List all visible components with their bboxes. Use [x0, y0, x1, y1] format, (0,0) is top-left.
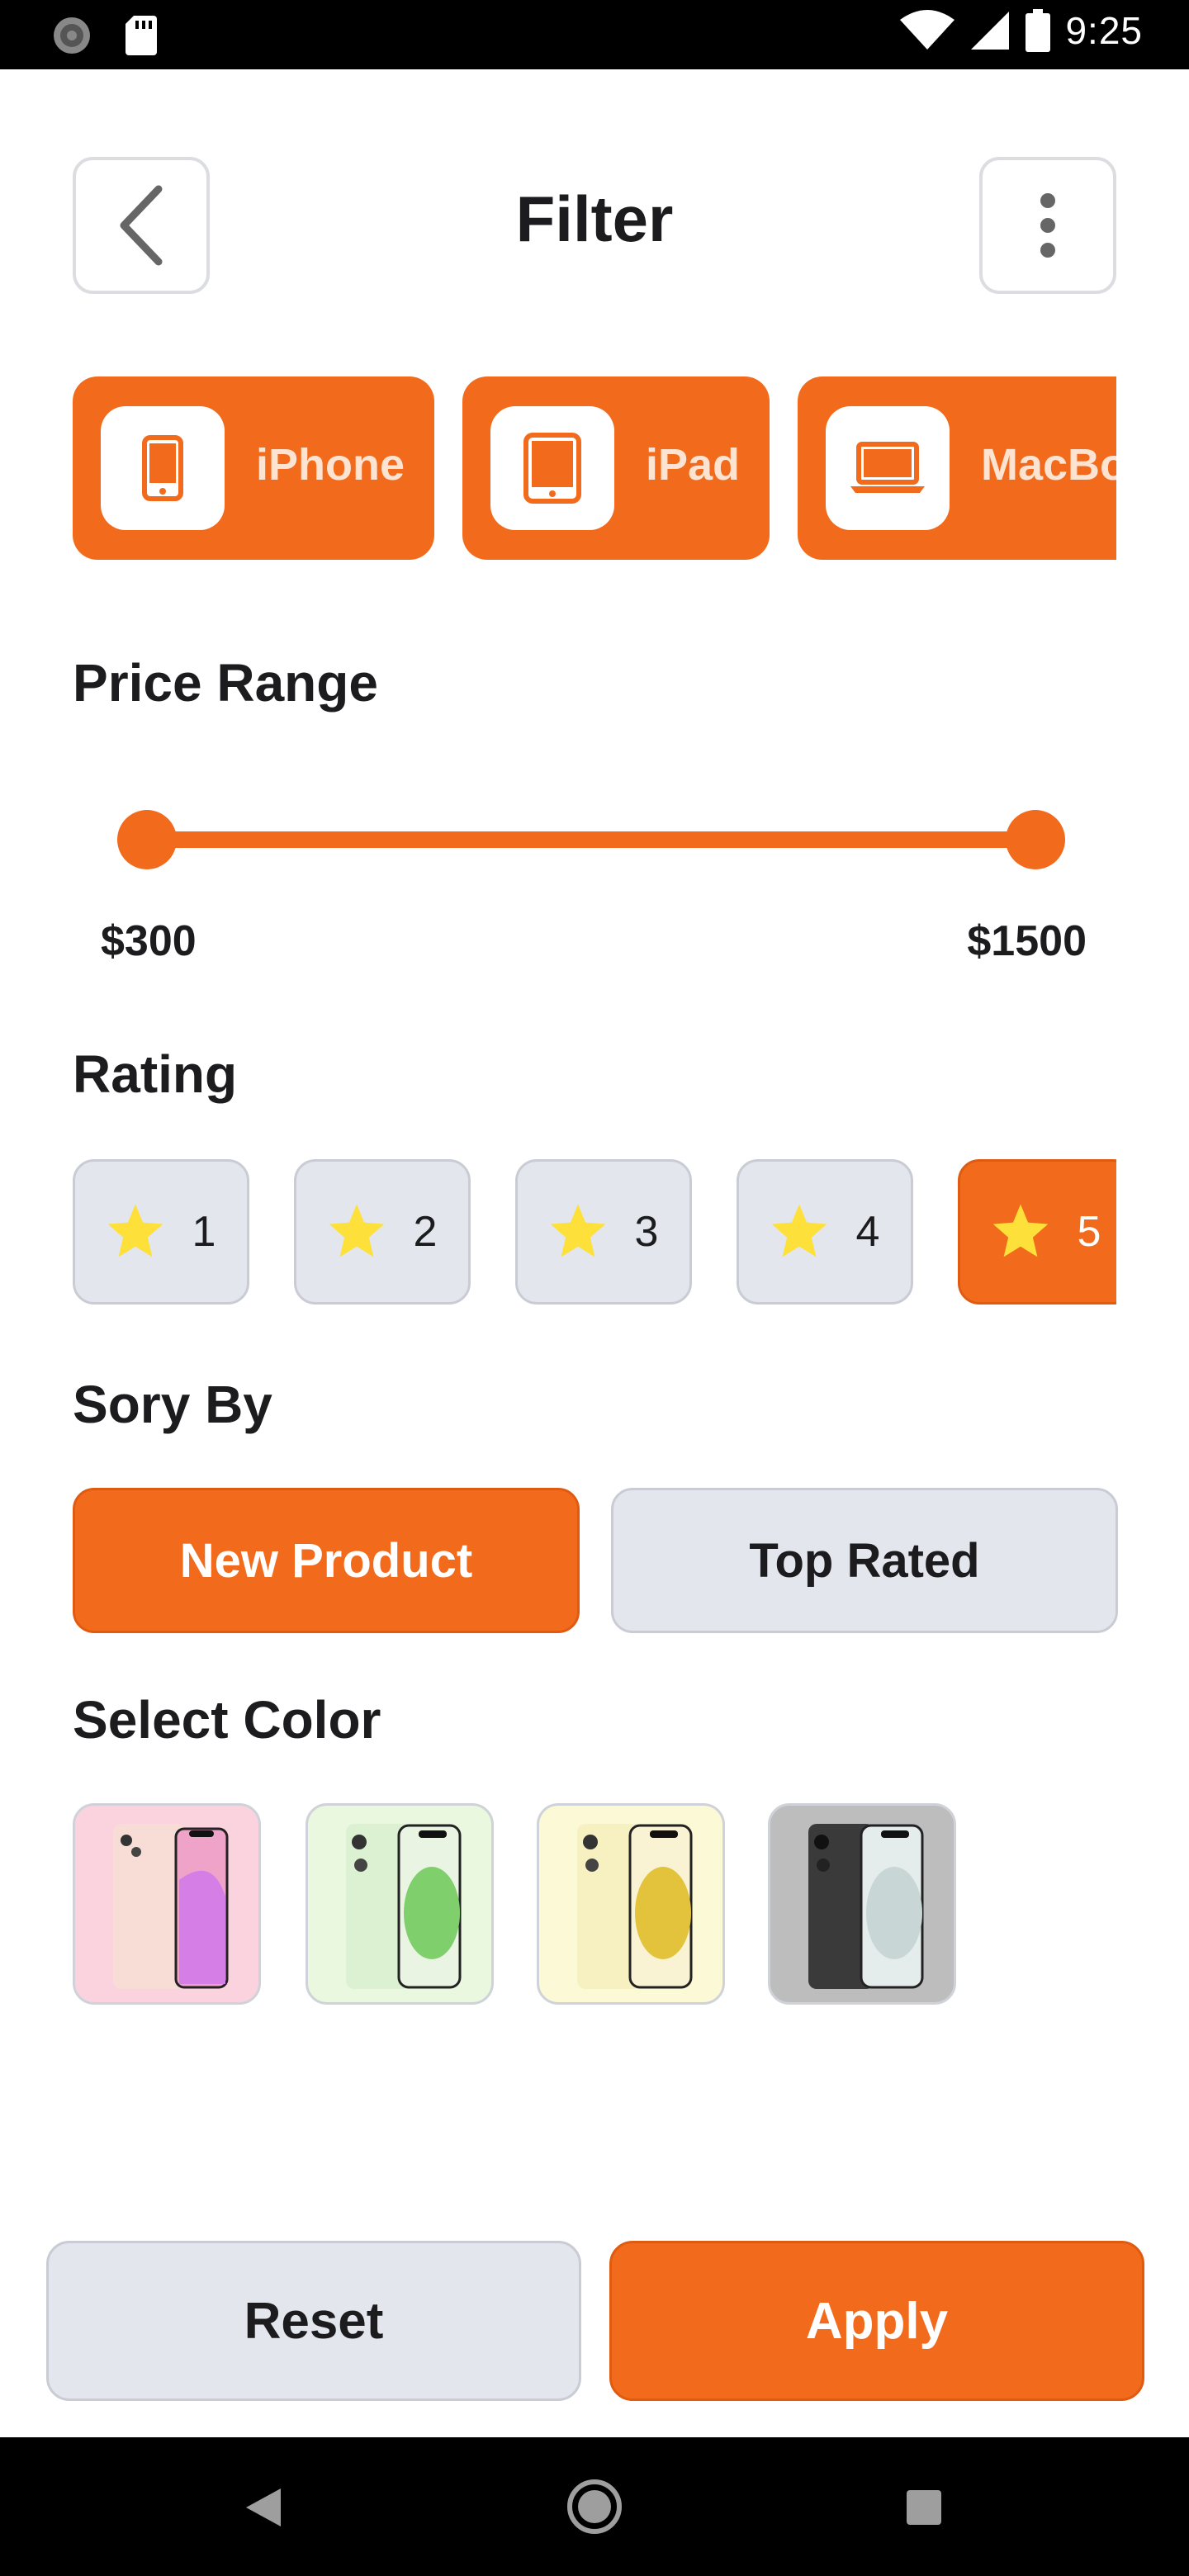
rating-options[interactable]: 1 2 3 4 5	[73, 1159, 1116, 1305]
rating-option-5[interactable]: 5	[958, 1159, 1116, 1305]
tablet-icon	[523, 433, 581, 504]
rating-value: 5	[1077, 1208, 1101, 1256]
nav-back-icon[interactable]	[244, 2487, 282, 2528]
star-icon	[329, 1204, 384, 1257]
category-label: MacBook	[981, 440, 1116, 490]
status-time: 9:25	[1065, 9, 1143, 52]
smartphone-icon	[142, 435, 183, 501]
category-iphone[interactable]: iPhone	[73, 376, 434, 560]
star-icon	[771, 1204, 827, 1257]
rating-option-1[interactable]: 1	[73, 1159, 249, 1305]
wifi-icon	[900, 10, 955, 50]
apply-button[interactable]: Apply	[609, 2241, 1144, 2401]
reset-button[interactable]: Reset	[46, 2241, 581, 2401]
color-swatch-pink[interactable]	[73, 1803, 261, 2005]
color-swatch-black[interactable]	[768, 1803, 956, 2005]
category-ipad[interactable]: iPad	[462, 376, 770, 560]
more-vertical-icon	[1040, 193, 1055, 258]
price-slider-min-handle[interactable]	[117, 810, 177, 869]
category-label: iPhone	[256, 440, 405, 490]
more-options-button[interactable]	[979, 157, 1116, 294]
cellular-signal-icon	[971, 12, 1010, 50]
category-icon-box	[490, 406, 614, 530]
category-list[interactable]: iPhone iPad MacBook	[73, 376, 1116, 560]
sd-card-icon	[126, 16, 157, 55]
phone-image	[808, 1824, 924, 1989]
rating-value: 4	[855, 1208, 880, 1256]
category-icon-box	[826, 406, 950, 530]
color-swatch-yellow[interactable]	[537, 1803, 725, 2005]
phone-image	[577, 1824, 693, 1989]
rating-option-3[interactable]: 3	[515, 1159, 692, 1305]
rating-value: 3	[634, 1208, 659, 1256]
phone-image	[113, 1824, 229, 1989]
laptop-icon	[850, 442, 925, 493]
filter-screen: 9:25 Filter iPhone iPad MacBo Price Rang…	[0, 0, 1189, 2576]
system-navigation-bar	[0, 2437, 1189, 2576]
rating-option-4[interactable]: 4	[737, 1159, 913, 1305]
star-icon	[992, 1204, 1048, 1257]
battery-icon	[1026, 9, 1051, 52]
category-macbook[interactable]: MacBook	[798, 376, 1116, 560]
category-label: iPad	[646, 440, 741, 490]
rating-title: Rating	[73, 1044, 238, 1104]
price-slider-track[interactable]	[147, 831, 1035, 848]
price-min-label: $300	[101, 917, 197, 965]
select-color-title: Select Color	[73, 1690, 381, 1750]
category-icon-box	[101, 406, 225, 530]
rating-value: 2	[413, 1208, 438, 1256]
rating-option-2[interactable]: 2	[294, 1159, 471, 1305]
content-top-edge	[0, 69, 1189, 102]
star-icon	[107, 1204, 163, 1257]
nav-recents-icon[interactable]	[907, 2490, 941, 2525]
status-right-icons: 9:25	[900, 8, 1143, 53]
price-slider-max-handle[interactable]	[1006, 810, 1065, 869]
star-icon	[550, 1204, 605, 1257]
sort-top-rated-button[interactable]: Top Rated	[611, 1488, 1118, 1633]
price-max-label: $1500	[967, 917, 1087, 965]
sort-by-title: Sory By	[73, 1375, 272, 1434]
color-swatch-green[interactable]	[306, 1803, 494, 2005]
settings-gear-icon	[54, 17, 90, 54]
nav-home-icon[interactable]	[566, 2479, 623, 2535]
price-range-title: Price Range	[73, 653, 378, 713]
rating-value: 1	[192, 1208, 216, 1256]
sort-new-product-button[interactable]: New Product	[73, 1488, 580, 1633]
status-left-icons	[51, 15, 157, 56]
phone-image	[346, 1824, 462, 1989]
